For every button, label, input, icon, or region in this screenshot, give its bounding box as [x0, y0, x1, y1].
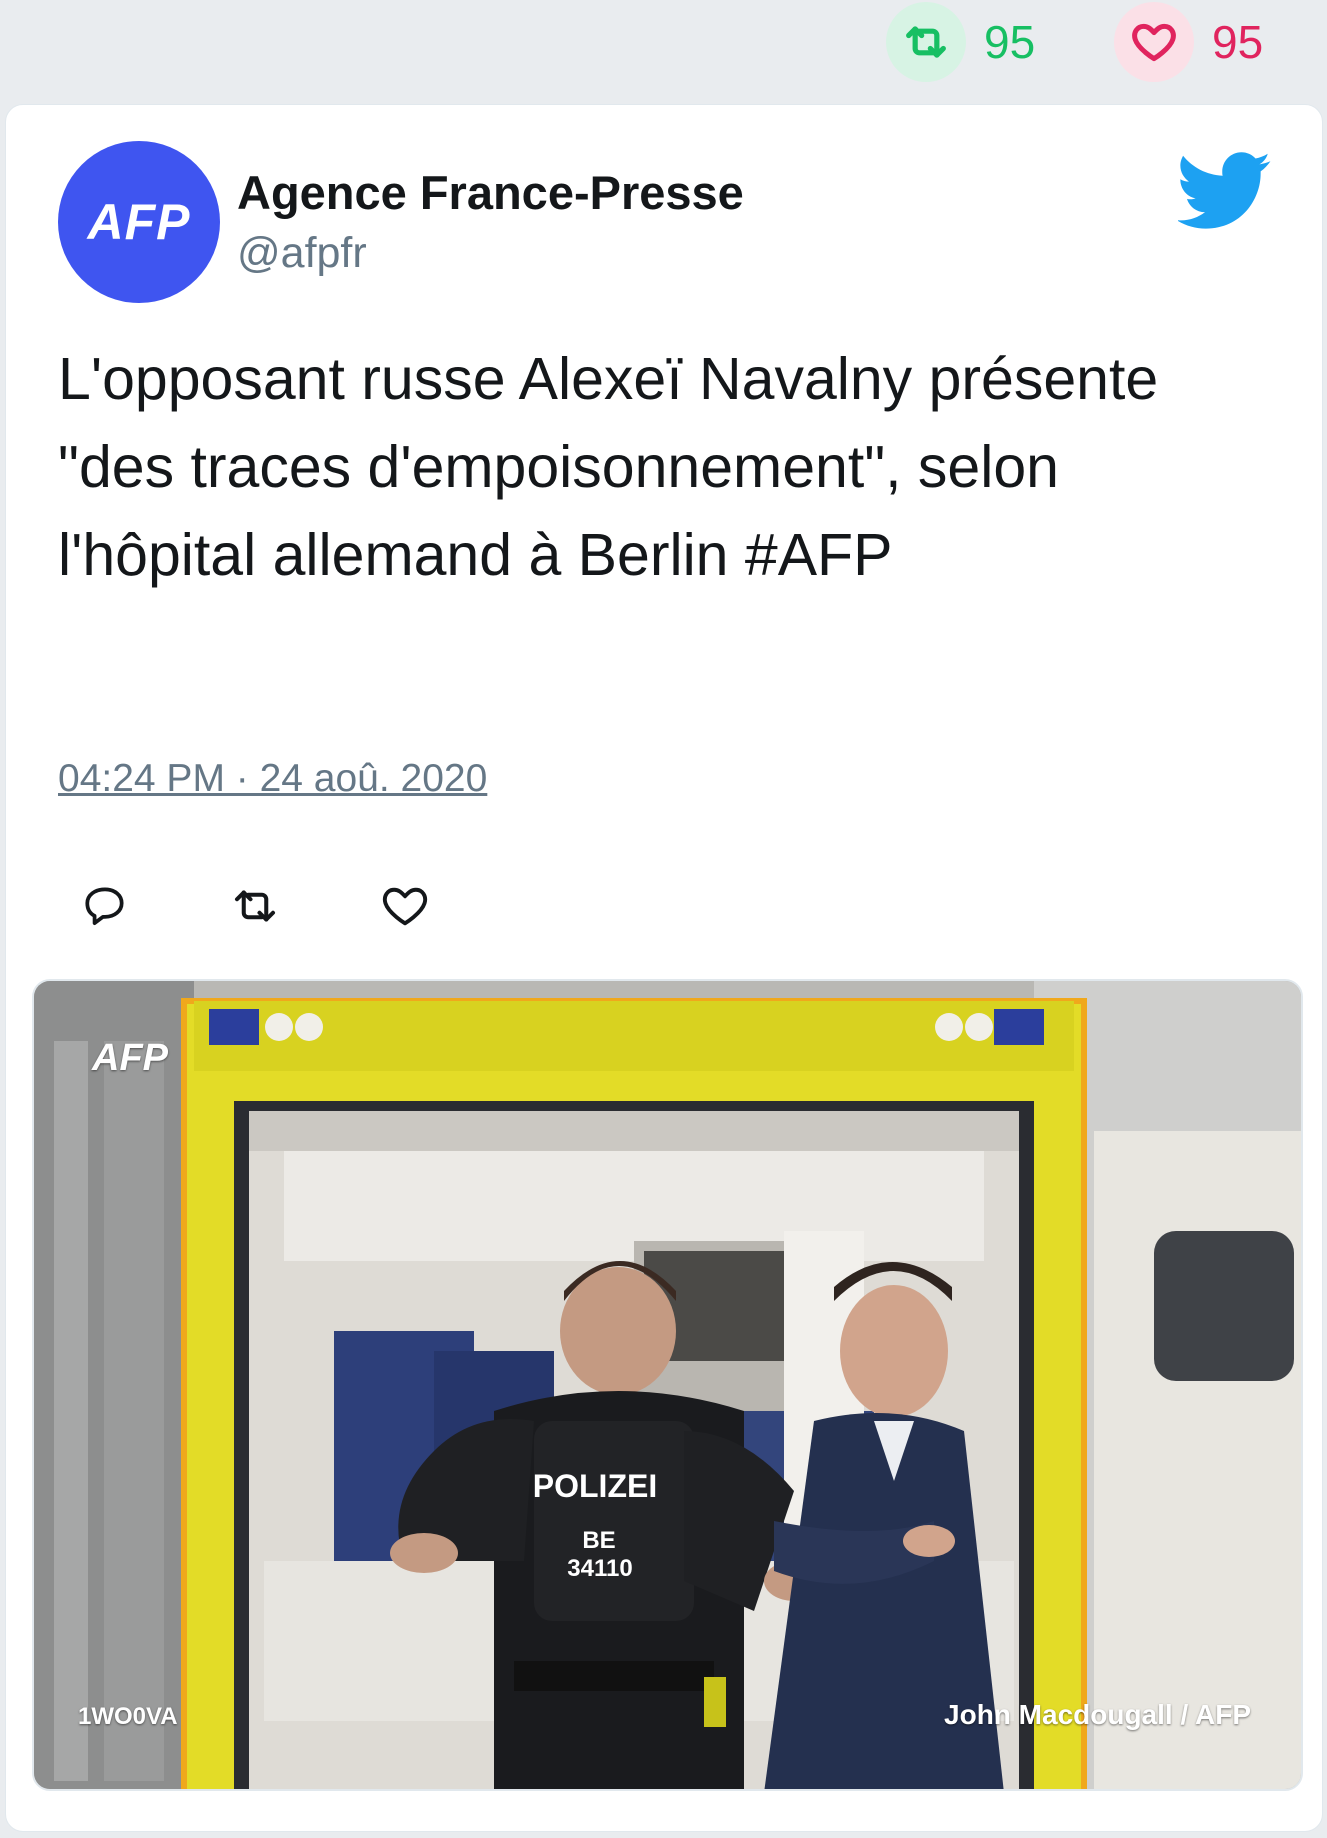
like-icon[interactable] [378, 879, 432, 933]
tweet-card: AFP Agence France-Presse @afpfr L'opposa… [5, 104, 1323, 1832]
tweet-timestamp[interactable]: 04:24 PM · 24 aoû. 2020 [58, 757, 487, 801]
tweet-photo[interactable]: AFP POLIZEI BE 34110 1WO0VA John Macdoug… [32, 979, 1303, 1791]
author-handle[interactable]: @afpfr [237, 229, 367, 278]
author-name[interactable]: Agence France-Presse [237, 165, 744, 220]
retweet-icon[interactable] [886, 2, 966, 82]
ambulance-photo-illustration [34, 981, 1301, 1789]
heart-icon[interactable] [1114, 2, 1194, 82]
vest-label: POLIZEI [532, 1468, 658, 1504]
media-photo-credit: John Macdougall / AFP [944, 1699, 1251, 1730]
retweet-count: 95 [984, 16, 1036, 68]
avatar[interactable]: AFP [58, 141, 220, 303]
tweet-text: L'opposant russe Alexeï Navalny présente… [58, 346, 1159, 588]
retweet-stat[interactable]: 95 [886, 2, 1035, 82]
reply-icon[interactable] [78, 879, 132, 933]
media-photo-code: 1WO0VA [78, 1703, 178, 1730]
tweet-actions [78, 879, 528, 933]
like-stat[interactable]: 95 [1114, 2, 1263, 82]
media-watermark-logo: AFP [92, 1037, 168, 1079]
retweet-icon[interactable] [228, 879, 282, 933]
twitter-bird-icon[interactable] [1178, 151, 1272, 231]
like-count: 95 [1212, 16, 1264, 68]
engagement-bar: 95 95 [0, 0, 1327, 100]
avatar-logo-text: AFP [87, 194, 191, 250]
vest-code-line1: BE [582, 1527, 616, 1554]
vest-code-line2: 34110 [567, 1555, 633, 1582]
